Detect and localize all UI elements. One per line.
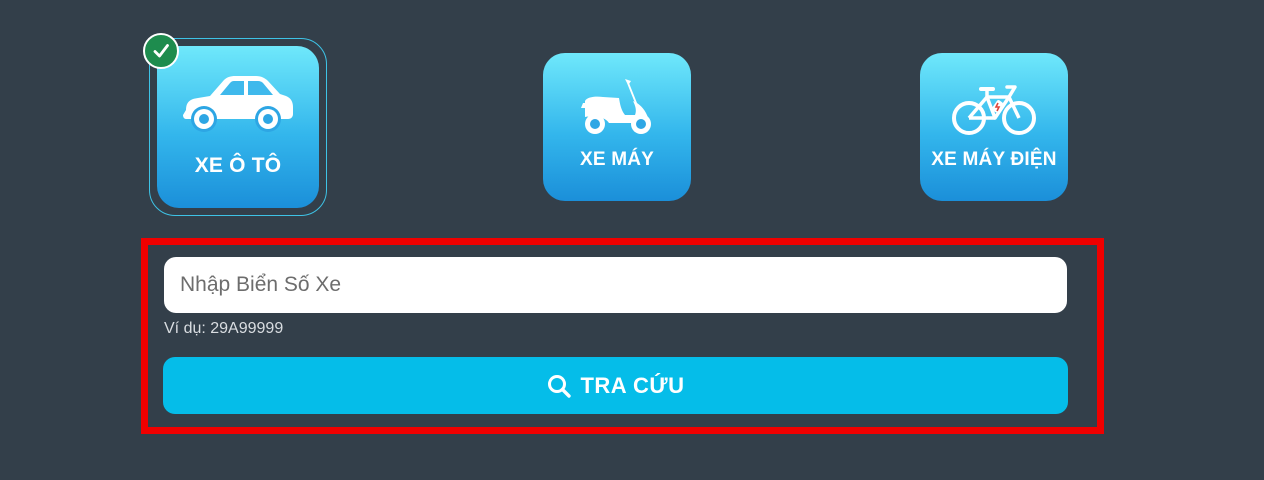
- vehicle-card-scooter[interactable]: XE MÁY: [543, 53, 691, 201]
- car-icon: [157, 72, 319, 134]
- vehicle-label: XE MÁY ĐIỆN: [931, 149, 1057, 170]
- example-hint: Ví dụ: 29A99999: [164, 320, 284, 337]
- search-button[interactable]: TRA CỨU: [163, 357, 1068, 414]
- vehicle-label: XE Ô TÔ: [194, 154, 282, 177]
- scooter-icon: [543, 77, 691, 137]
- license-plate-input[interactable]: [164, 257, 1067, 313]
- check-icon: [143, 33, 179, 69]
- search-button-label: TRA CỨU: [580, 372, 685, 398]
- vehicle-card-car[interactable]: XE Ô TÔ: [157, 46, 319, 208]
- electric-bicycle-icon: [920, 83, 1068, 139]
- vehicle-card-electric-bicycle[interactable]: XE MÁY ĐIỆN: [920, 53, 1068, 201]
- vehicle-label: XE MÁY: [579, 149, 655, 170]
- search-icon: [546, 373, 572, 399]
